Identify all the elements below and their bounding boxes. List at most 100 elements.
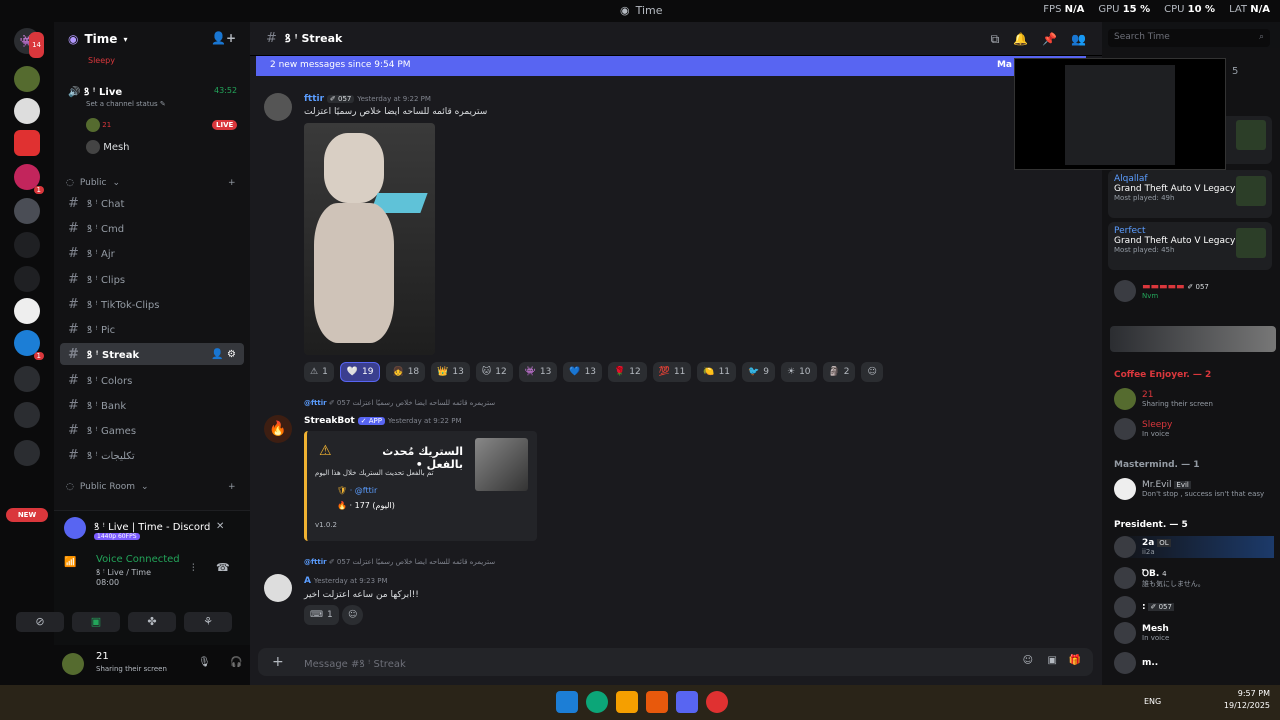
server-folder[interactable] [14, 440, 40, 466]
windows-start-icon[interactable] [556, 691, 578, 713]
reaction[interactable]: 🤍 19 [339, 362, 381, 382]
reaction[interactable]: ☀ 10 [780, 362, 817, 382]
reaction[interactable]: 👧 18 [386, 362, 426, 382]
channel-ajr[interactable]: # ꝸ ꜝ Ajr [60, 242, 244, 264]
mic-icon[interactable]: 🎙 [198, 657, 211, 668]
channel-tiktok-clips[interactable]: # ꝸ ꜝ TikTok-Clips [60, 293, 244, 315]
search-input[interactable]: Search Time ⌕ [1108, 29, 1270, 47]
server-icon[interactable]: 1 [14, 330, 44, 360]
gear-icon[interactable]: 👤 ⚙ [211, 349, 236, 360]
author-name[interactable]: fttir [304, 94, 324, 104]
headphones-icon[interactable]: 🎧 [230, 657, 242, 668]
reply-preview[interactable]: @fttir ✐ 057 ستريمره قائمه للساحه ايضا خ… [304, 558, 495, 566]
avatar[interactable] [62, 653, 84, 675]
bell-icon[interactable]: 🔔 [1013, 32, 1028, 47]
voice-channel-live[interactable]: 🔊 ꝸ ꜝ Live [68, 84, 122, 98]
author-name[interactable]: StreakBot [304, 416, 355, 426]
server-icon[interactable] [14, 232, 40, 258]
voice-user-21[interactable]: 21 [86, 118, 111, 132]
reaction[interactable]: 🌹 12 [608, 362, 647, 382]
member-item[interactable]: 2a OL ii2a [1114, 536, 1274, 558]
reaction[interactable]: ⌨ 1 [304, 605, 339, 625]
server-icon[interactable]: 1 [14, 164, 44, 194]
gift-icon[interactable]: 🎁 [1069, 655, 1081, 666]
server-icon[interactable] [14, 298, 40, 324]
category-public[interactable]: ◌ Public ⌄ + [66, 178, 236, 188]
channel-clips[interactable]: # ꝸ ꜝ Clips [60, 268, 244, 290]
reaction[interactable]: 👾 13 [518, 362, 558, 382]
discord-home-icon[interactable]: 👾 14 [14, 28, 44, 58]
channel-games[interactable]: # ꝸ ꜝ Games [60, 419, 244, 441]
reaction[interactable]: 🗿 2 [822, 362, 856, 382]
reaction[interactable]: 👑 13 [431, 362, 470, 382]
channel-pic[interactable]: # ꝸ ꜝ Pic [60, 318, 244, 340]
activities-button[interactable]: ✤ [128, 612, 176, 632]
activity-card[interactable]: Perfect Grand Theft Auto V Legacy Most pla… [1108, 222, 1272, 270]
avatar[interactable] [264, 93, 292, 121]
language-indicator[interactable]: ENG [1144, 697, 1161, 706]
add-reaction-icon[interactable]: ☺ [861, 362, 883, 382]
app-icon[interactable] [646, 691, 668, 713]
embed-thumbnail[interactable] [475, 438, 528, 491]
pin-icon[interactable]: 📌 [1042, 32, 1057, 47]
category-public-room[interactable]: ◌ Public Room ⌄ + [66, 482, 236, 492]
server-icon[interactable] [14, 266, 40, 292]
bot-avatar[interactable]: 🔥 [264, 415, 292, 443]
channel-bank[interactable]: # ꝸ ꜝ Bank [60, 394, 244, 416]
embed-user[interactable]: 🛡 · @fttir [337, 486, 377, 495]
file-explorer-icon[interactable] [616, 691, 638, 713]
member-item[interactable]: Sleepy In voice [1114, 418, 1172, 440]
stream-preview-pip[interactable] [1014, 58, 1226, 170]
channel-takleejat[interactable]: # ꝸ ꜝ تكليجات [60, 444, 244, 466]
threads-icon[interactable]: ⧉ [991, 32, 1000, 47]
reaction[interactable]: 🍋 11 [697, 362, 737, 382]
member-item[interactable]: ▬▬▬▬▬ ✐ 057 Nvm [1114, 280, 1209, 302]
reaction[interactable]: 💯 11 [652, 362, 692, 382]
clock[interactable]: 9:57 PM 19/12/2025 [1224, 688, 1270, 712]
reaction[interactable]: 💙 13 [563, 362, 603, 382]
add-attachment-icon[interactable]: + [272, 654, 284, 670]
camera-off-button[interactable]: ⊘ [16, 612, 64, 632]
reply-preview[interactable]: @fttir ✐ 057 ستريمره قائمه للساحه ايضا خ… [304, 399, 495, 407]
voice-channel-path[interactable]: ꝸ ꜝ Live / Time [96, 567, 151, 578]
member-item[interactable]: Mesh In voice [1114, 622, 1169, 644]
add-channel-icon[interactable]: + [228, 482, 236, 492]
server-icon[interactable] [14, 66, 40, 92]
member-banner[interactable] [1110, 326, 1276, 352]
screen-share-button[interactable]: ▣ [72, 612, 120, 632]
member-item[interactable]: : ✐ 057 [1114, 596, 1174, 618]
add-member-icon[interactable]: 👤+ [211, 31, 236, 45]
author-name[interactable]: A [304, 576, 311, 586]
edge-icon[interactable] [586, 691, 608, 713]
message-input[interactable]: + Message #ꝸ ꜝ Streak ☺ ▣ 🎁 [258, 648, 1093, 676]
server-icon[interactable] [14, 98, 40, 124]
add-channel-icon[interactable]: + [228, 178, 236, 188]
new-pill[interactable]: NEW [6, 508, 48, 522]
members-icon[interactable]: 👥 [1071, 32, 1086, 47]
activity-card[interactable]: Alqallaf Grand Theft Auto V Legacy Most pl… [1108, 170, 1272, 218]
reaction[interactable]: 🐱 12 [475, 362, 513, 382]
reaction[interactable]: 🐦 9 [742, 362, 775, 382]
server-folder[interactable] [14, 366, 40, 392]
mark-read-button[interactable]: Ma [997, 60, 1012, 70]
voice-user-mesh[interactable]: Mesh [86, 140, 130, 154]
server-icon[interactable] [14, 130, 40, 156]
guild-header[interactable]: ◉ Time ▾ 👤+ [54, 22, 250, 56]
emoji-icon[interactable]: ☺ [1023, 655, 1033, 666]
member-item[interactable]: Mr.Evil Evil Don't stop , success isn't t… [1114, 478, 1264, 500]
channel-chat[interactable]: # ꝸ ꜝ Chat [60, 192, 244, 214]
disconnect-icon[interactable]: ☎ [216, 561, 230, 574]
soundboard-button[interactable]: ⚘ [184, 612, 232, 632]
member-item[interactable]: ꝹB. 4 誰も気にしません。 [1114, 566, 1205, 589]
voice-user[interactable]: Sleepy [88, 56, 115, 65]
channel-streak[interactable]: # ꝸ ꜝ Streak 👤 ⚙ [60, 343, 244, 365]
server-folder[interactable] [14, 402, 40, 428]
discord-taskbar-icon[interactable] [676, 691, 698, 713]
reaction[interactable]: ⚠ 1 [304, 362, 334, 382]
channel-colors[interactable]: # ꝸ ꜝ Colors [60, 369, 244, 391]
avatar[interactable] [264, 574, 292, 602]
member-item[interactable]: m.. [1114, 652, 1158, 674]
chrome-icon[interactable] [706, 691, 728, 713]
channel-cmd[interactable]: # ꝸ ꜝ Cmd [60, 217, 244, 239]
attached-photo[interactable] [304, 123, 435, 355]
